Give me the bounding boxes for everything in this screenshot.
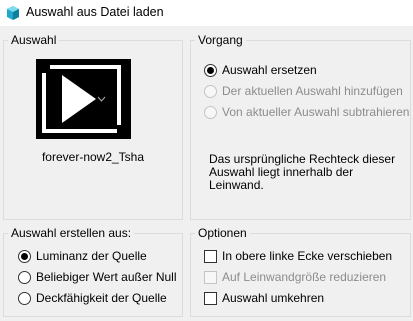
selection-preview[interactable] — [36, 59, 131, 139]
preview-image — [36, 59, 131, 139]
checkbox-obere-linke-ecke[interactable]: In obere linke Ecke verschieben — [204, 249, 392, 263]
window-title: Auswahl aus Datei laden — [26, 5, 164, 19]
auswahl-group-title: Auswahl — [8, 33, 60, 47]
radio-button[interactable] — [18, 249, 31, 263]
radio-button[interactable] — [18, 291, 31, 305]
radio-label: Von aktueller Auswahl subtrahieren — [222, 105, 410, 119]
selection-filename: forever-now2_Tsha — [41, 150, 145, 164]
checkbox-leinwandgroesse[interactable]: Auf Leinwandgröße reduzieren — [204, 270, 386, 284]
radio-luminanz[interactable]: Luminanz der Quelle — [18, 249, 147, 263]
radio-label: Beliebiger Wert außer Null — [36, 270, 177, 284]
radio-label: Der aktuellen Auswahl hinzufügen — [222, 84, 403, 98]
checkbox-auswahl-umkehren[interactable]: Auswahl umkehren — [204, 291, 324, 305]
auswahl-group: Auswahl forever-now2_Tsha — [3, 33, 183, 220]
optionen-group: Optionen In obere linke Ecke verschieben… — [190, 226, 411, 317]
checkbox[interactable] — [204, 270, 217, 284]
checkbox[interactable] — [204, 249, 217, 263]
optionen-group-title: Optionen — [195, 226, 250, 240]
checkbox-label: Auf Leinwandgröße reduzieren — [222, 270, 387, 284]
radio-auswahl-hinzufuegen[interactable]: Der aktuellen Auswahl hinzufügen — [204, 84, 403, 98]
vorgang-group: Vorgang Auswahl ersetzen Der aktuellen A… — [190, 33, 411, 220]
erstellen-group-title: Auswahl erstellen aus: — [8, 226, 135, 240]
vorgang-group-title: Vorgang — [195, 33, 246, 47]
chevron-down-icon[interactable] — [97, 95, 106, 103]
radio-label: Deckfähigkeit der Quelle — [36, 291, 167, 305]
auswahl-erstellen-group: Auswahl erstellen aus: Luminanz der Quel… — [3, 226, 183, 317]
radio-label: Luminanz der Quelle — [36, 249, 147, 263]
checkbox-label: In obere linke Ecke verschieben — [222, 249, 393, 263]
radio-beliebiger-wert[interactable]: Beliebiger Wert außer Null — [18, 270, 177, 284]
radio-deckfaehigkeit[interactable]: Deckfähigkeit der Quelle — [18, 291, 167, 305]
radio-button[interactable] — [204, 105, 217, 119]
radio-label: Auswahl ersetzen — [222, 63, 317, 77]
title-bar: Auswahl aus Datei laden — [0, 0, 413, 26]
radio-button[interactable] — [204, 84, 217, 98]
checkbox-label: Auswahl umkehren — [222, 291, 325, 305]
radio-auswahl-ersetzen[interactable]: Auswahl ersetzen — [204, 63, 317, 77]
radio-button[interactable] — [204, 63, 217, 77]
radio-auswahl-subtrahieren[interactable]: Von aktueller Auswahl subtrahieren — [204, 105, 409, 119]
selection-info-text: Das ursprüngliche Rechteck dieser Auswah… — [209, 152, 396, 192]
checkbox[interactable] — [204, 291, 217, 305]
radio-button[interactable] — [18, 270, 31, 284]
app-icon — [7, 6, 19, 20]
